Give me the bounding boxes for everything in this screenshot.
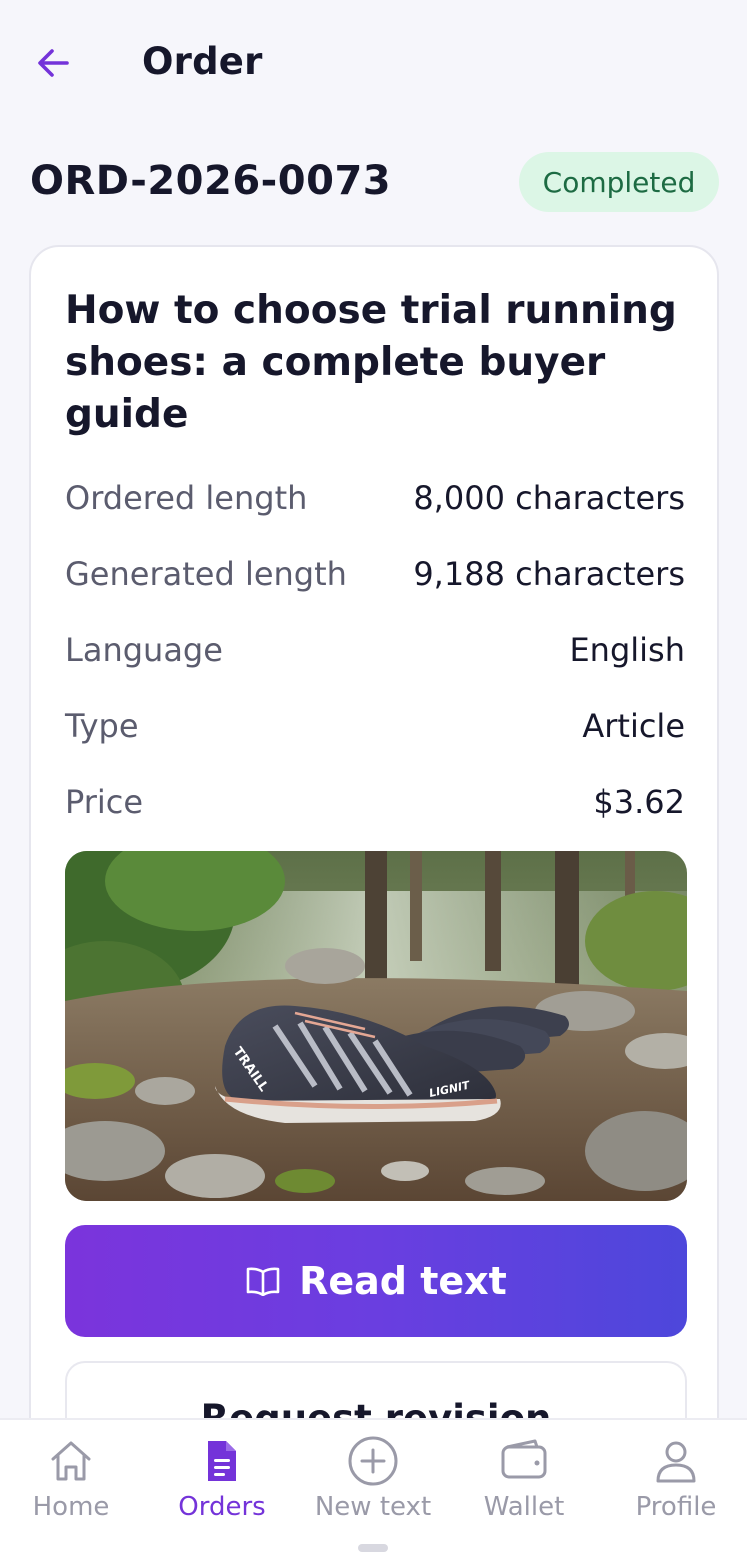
top-bar: Order <box>0 0 747 130</box>
order-id: ORD-2026-0073 <box>30 158 392 204</box>
order-detail-screen: Order ORD-2026-0073 Completed How to cho… <box>0 0 747 1552</box>
detail-label: Type <box>65 707 139 745</box>
nav-label: Wallet <box>483 1492 565 1522</box>
detail-row-ordered-length: Ordered length 8,000 characters <box>65 476 685 520</box>
page-title: Order <box>142 40 263 83</box>
nav-item-new-text[interactable]: New text <box>298 1420 448 1552</box>
read-text-label: Read text <box>299 1259 507 1303</box>
article-title: How to choose trial running shoes: a com… <box>65 288 677 437</box>
plus-circle-icon <box>346 1434 400 1488</box>
detail-value: $3.62 <box>593 783 685 821</box>
nav-label: Profile <box>635 1492 717 1522</box>
detail-row-generated-length: Generated length 9,188 characters <box>65 552 685 596</box>
home-indicator <box>358 1544 388 1552</box>
detail-row-price: Price $3.62 <box>65 780 685 824</box>
nav-item-home[interactable]: Home <box>0 1420 146 1552</box>
detail-label: Price <box>65 783 144 821</box>
article-cover-image: TRAILL LIGNIT <box>65 851 687 1201</box>
detail-value: English <box>569 631 685 669</box>
detail-row-language: Language English <box>65 628 685 672</box>
arrow-left-icon <box>38 49 69 77</box>
detail-row-type: Type Article <box>65 704 685 748</box>
user-icon <box>649 1434 703 1488</box>
trail-running-shoes-photo: TRAILL LIGNIT <box>65 851 687 1201</box>
detail-value: 8,000 characters <box>413 479 685 517</box>
nav-label: Home <box>32 1492 110 1522</box>
home-icon <box>44 1434 98 1488</box>
nav-label: Orders <box>178 1492 266 1522</box>
detail-label: Ordered length <box>65 479 308 517</box>
document-icon <box>195 1434 249 1488</box>
back-button[interactable] <box>26 36 80 90</box>
nav-item-orders[interactable]: Orders <box>147 1420 297 1552</box>
detail-value: 9,188 characters <box>413 555 685 593</box>
nav-label: New text <box>314 1492 432 1522</box>
nav-item-wallet[interactable]: Wallet <box>449 1420 599 1552</box>
open-book-icon <box>246 1267 280 1296</box>
detail-value: Article <box>582 707 685 745</box>
read-text-button[interactable]: Read text <box>65 1225 687 1337</box>
order-card: How to choose trial running shoes: a com… <box>29 245 719 1495</box>
status-badge: Completed <box>519 152 719 212</box>
bottom-navigation: Home Orders New text Wallet Profile <box>0 1418 747 1552</box>
detail-label: Language <box>65 631 223 669</box>
nav-item-profile[interactable]: Profile <box>601 1420 747 1552</box>
detail-label: Generated length <box>65 555 347 593</box>
wallet-icon <box>497 1434 551 1488</box>
